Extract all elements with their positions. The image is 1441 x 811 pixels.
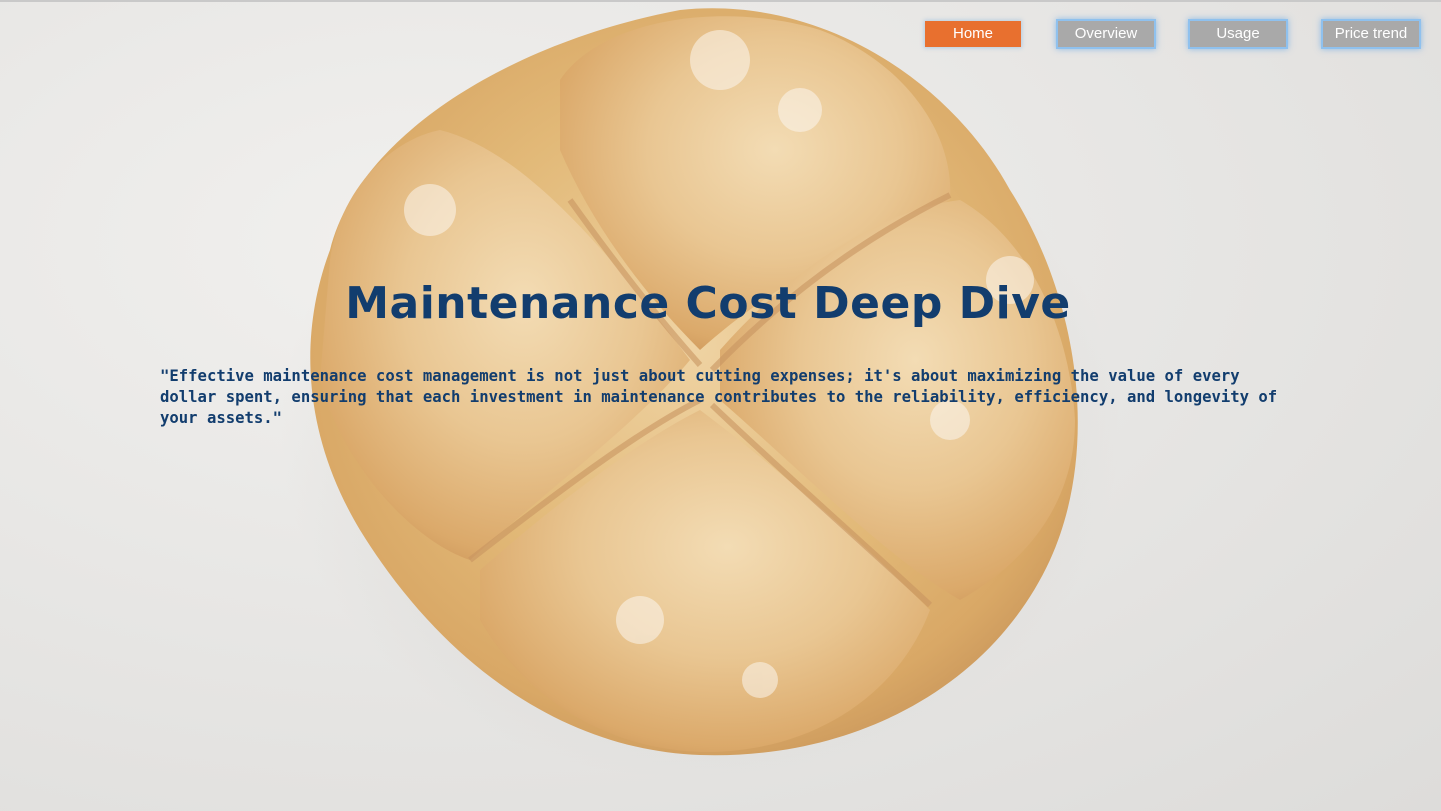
page-title: Maintenance Cost Deep Dive bbox=[345, 278, 1071, 329]
nav-price-trend-button[interactable]: Price trend bbox=[1323, 21, 1419, 47]
nav-usage-button[interactable]: Usage bbox=[1190, 21, 1286, 47]
nav-overview-button[interactable]: Overview bbox=[1058, 21, 1154, 47]
top-navigation: Home Overview Usage Price trend bbox=[0, 21, 1441, 51]
hero-quote: "Effective maintenance cost management i… bbox=[160, 367, 1278, 427]
nav-home-button[interactable]: Home bbox=[925, 21, 1021, 47]
